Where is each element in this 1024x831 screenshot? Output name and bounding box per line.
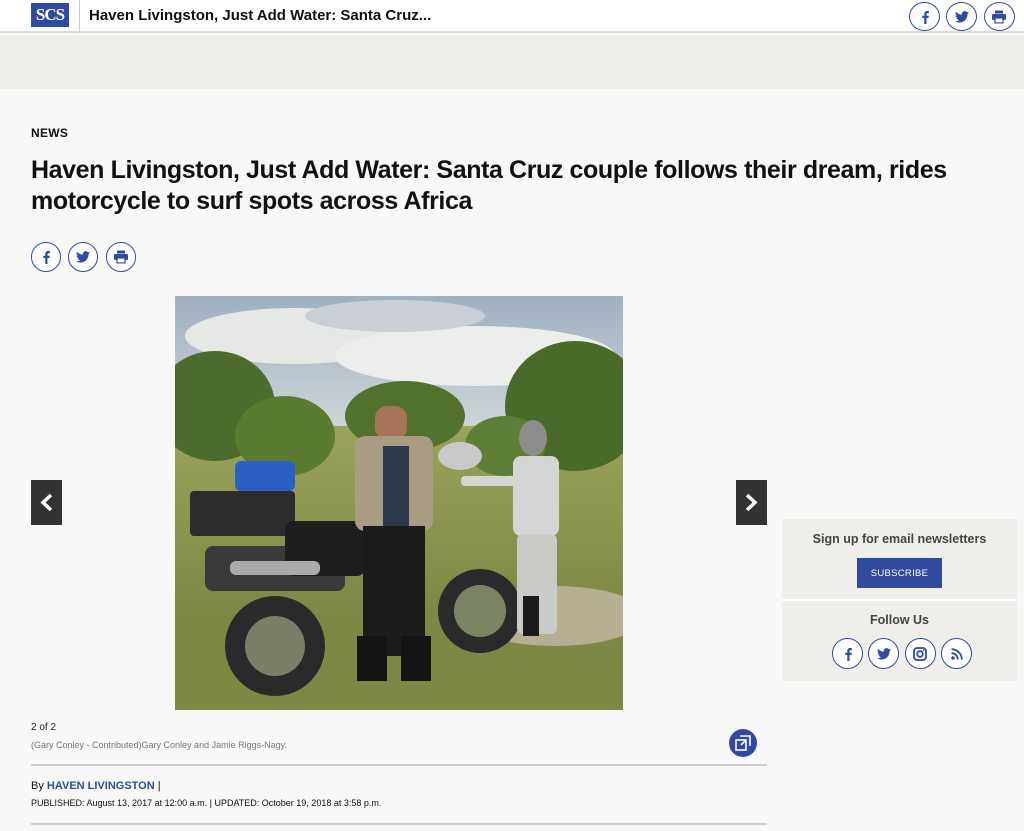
article-headline: Haven Livingston, Just Add Water: Santa … [31, 156, 947, 215]
divider [782, 599, 1017, 601]
photo-caption: (Gary Conley - Contributed)Gary Conley a… [31, 740, 287, 750]
facebook-icon [43, 251, 50, 264]
ad-banner-area [0, 35, 1024, 89]
rss-icon [951, 647, 963, 660]
gallery-counter: 2 of 2 [31, 722, 57, 733]
top-bar: SCS Haven Livingston, Just Add Water: Sa… [0, 0, 1024, 33]
instagram-icon [913, 646, 928, 661]
chevron-right-icon [745, 493, 758, 512]
instagram-follow-button[interactable] [904, 638, 936, 669]
print-button[interactable] [983, 2, 1015, 31]
newsletter-heading: Sign up for email newsletters [812, 532, 987, 546]
byline-separator: | [157, 780, 161, 792]
facebook-icon [921, 10, 929, 24]
top-share-buttons [909, 2, 1017, 36]
follow-us-icons [832, 638, 973, 674]
expand-icon [735, 735, 751, 751]
author-link[interactable]: HAVEN LIVINGSTON [47, 780, 155, 792]
twitter-share-button[interactable] [68, 242, 99, 272]
facebook-share-button[interactable] [909, 2, 940, 31]
article-share-buttons [31, 242, 139, 277]
expand-gallery-button[interactable] [729, 729, 757, 757]
twitter-icon [76, 251, 91, 263]
byline-prefix: By [31, 780, 44, 792]
facebook-icon [844, 647, 852, 661]
twitter-icon [876, 647, 891, 660]
print-icon [113, 250, 128, 264]
facebook-share-button[interactable] [31, 242, 61, 272]
gallery-next-button[interactable] [736, 480, 767, 525]
sidebar-widget: Sign up for email newsletters SUBSCRIBE … [782, 519, 1017, 681]
print-button[interactable] [105, 242, 136, 272]
facebook-follow-button[interactable] [832, 638, 863, 669]
divider [31, 823, 767, 825]
motorcycle-couple-photo [175, 296, 623, 710]
gallery-prev-button[interactable] [31, 480, 62, 525]
section-label[interactable]: NEWS [31, 126, 68, 140]
rss-follow-button[interactable] [941, 638, 973, 669]
subscribe-button[interactable]: SUBSCRIBE [857, 558, 942, 588]
top-bar-title: Haven Livingston, Just Add Water: Santa … [89, 7, 432, 24]
chevron-left-icon [40, 493, 53, 512]
twitter-share-button[interactable] [946, 2, 978, 31]
gallery-photo[interactable] [175, 296, 623, 710]
print-icon [992, 10, 1007, 23]
byline: By HAVEN LIVINGSTON | [31, 780, 161, 792]
publish-dates: PUBLISHED: August 13, 2017 at 12:00 a.m.… [31, 798, 382, 808]
twitter-icon [954, 10, 969, 23]
twitter-follow-button[interactable] [868, 638, 900, 669]
divider [31, 764, 767, 766]
site-logo[interactable]: SCS [31, 3, 69, 27]
divider [79, 0, 80, 33]
follow-us-heading: Follow Us [869, 613, 930, 627]
